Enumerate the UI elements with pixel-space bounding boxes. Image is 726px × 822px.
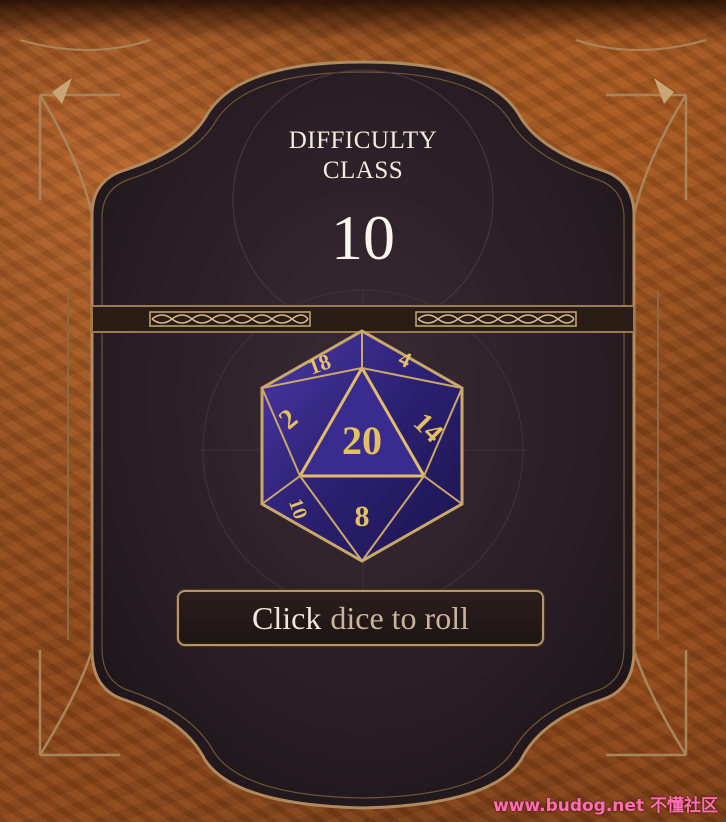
d20-dice[interactable]: 20 18 4 2 14 8 10	[252, 326, 472, 566]
difficulty-class-label: DIFFICULTY CLASS	[263, 126, 463, 186]
watermark: www.budog.net 不懂社区	[493, 796, 718, 816]
roll-button-word1: Click	[252, 599, 322, 636]
dice-face-bottom: 8	[355, 500, 370, 533]
difficulty-label-line2: CLASS	[322, 157, 404, 184]
difficulty-label-line1: DIFFICULTY	[288, 127, 438, 154]
d20-icon: 20 18 4 2 14 8 10	[260, 329, 464, 563]
dice-face-center: 20	[342, 418, 382, 463]
difficulty-class-value: 10	[331, 202, 395, 273]
roll-button-word2: dice to roll	[330, 599, 469, 636]
roll-dice-button[interactable]: Click dice to roll	[177, 590, 544, 646]
